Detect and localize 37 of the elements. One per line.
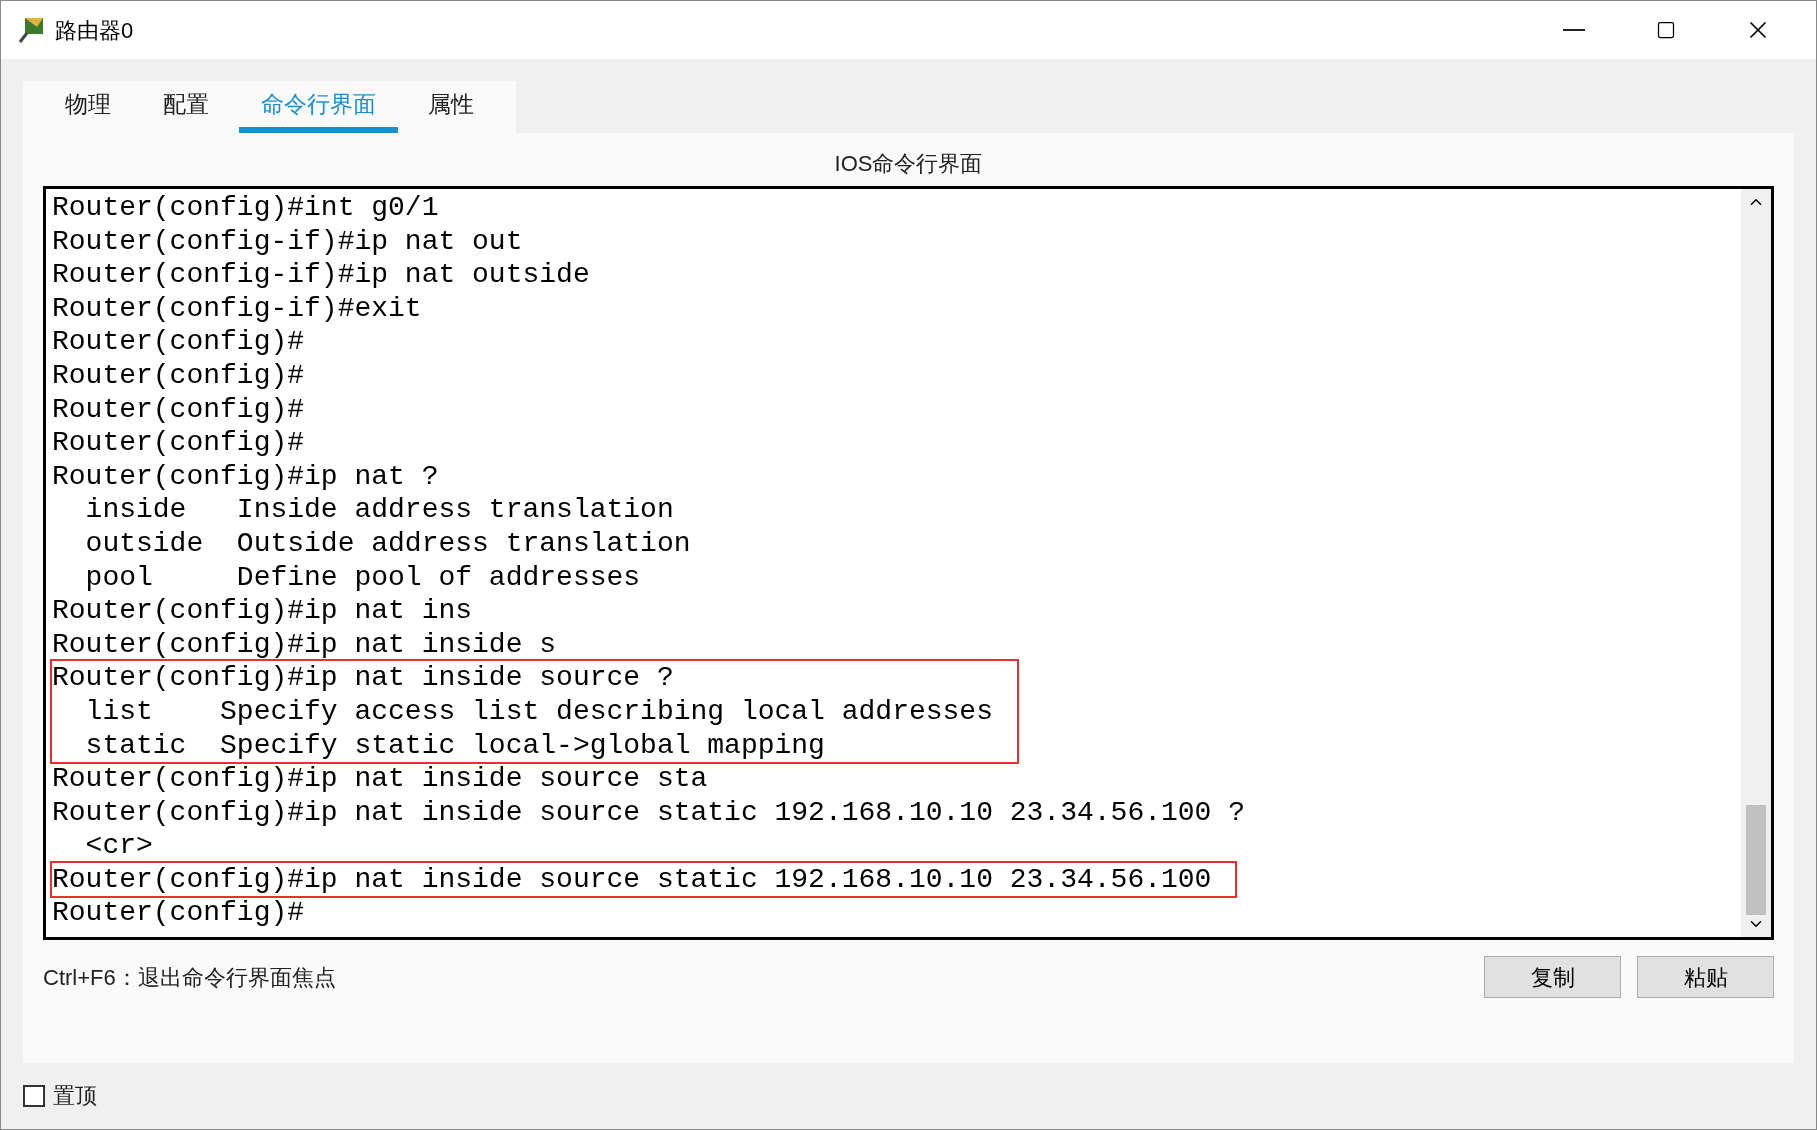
terminal-line: Router(config)#ip nat inside source static 192.168.10.10 23.34.56.100 ?	[52, 795, 1245, 830]
terminal-line: list Specify access list describing local addresses	[84, 694, 993, 729]
window-title: 路由器0	[55, 16, 134, 45]
terminal-line: Router(config-if)#exit	[52, 291, 422, 326]
terminal[interactable]	[43, 186, 1774, 940]
maximize-icon	[1656, 20, 1676, 40]
panel-title: IOS命令行界面	[834, 150, 983, 178]
tab[interactable]: 物理	[43, 81, 133, 133]
scrollbar[interactable]	[1741, 189, 1771, 937]
checkbox[interactable]	[23, 1084, 45, 1107]
terminal-line: Router(config)#int g0/1	[52, 191, 439, 225]
terminal-line: static Specify static local->global mapping	[84, 728, 825, 763]
terminal-line: Router(config)#	[52, 896, 305, 931]
terminal-line: Router(config)#ip nat inside source static 192.168.10.10 23.34.56.100	[52, 862, 1212, 897]
terminal-line: Router(config-if)#ip nat out	[52, 224, 523, 259]
scrollbar-thumb[interactable]	[1746, 805, 1766, 915]
terminal-line: Router(config)#	[52, 392, 305, 427]
action-button[interactable]: 复制	[1484, 956, 1621, 998]
tab[interactable]: 配置	[141, 81, 231, 133]
tab[interactable]: 属性	[406, 81, 496, 133]
checkbox-label: 置顶	[53, 1082, 97, 1110]
minimize-icon	[1563, 29, 1585, 31]
terminal-line: Router(config-if)#ip nat outside	[52, 258, 590, 292]
terminal-line: outside Outside address translation	[84, 526, 691, 561]
action-button[interactable]: 粘贴	[1637, 956, 1774, 998]
terminal-line: <cr>	[84, 829, 153, 863]
terminal-line: Router(config)#ip nat inside source ?	[52, 661, 674, 695]
terminal-line: Router(config)#ip nat inside source sta	[52, 762, 708, 796]
shortcut-hint: Ctrl+F6：退出命令行界面焦点	[43, 963, 336, 992]
terminal-line: Router(config)#	[52, 426, 305, 460]
terminal-line: Router(config)#	[52, 358, 305, 393]
terminal-line: Router(config)#	[52, 325, 305, 359]
terminal-line: inside Inside address translation	[84, 493, 674, 527]
terminal-line: Router(config)#ip nat inside s	[52, 627, 557, 662]
terminal-line: Router(config)#ip nat ?	[52, 459, 439, 494]
terminal-line: pool Define pool of addresses	[84, 560, 641, 595]
terminal-line: Router(config)#ip nat ins	[52, 594, 473, 628]
